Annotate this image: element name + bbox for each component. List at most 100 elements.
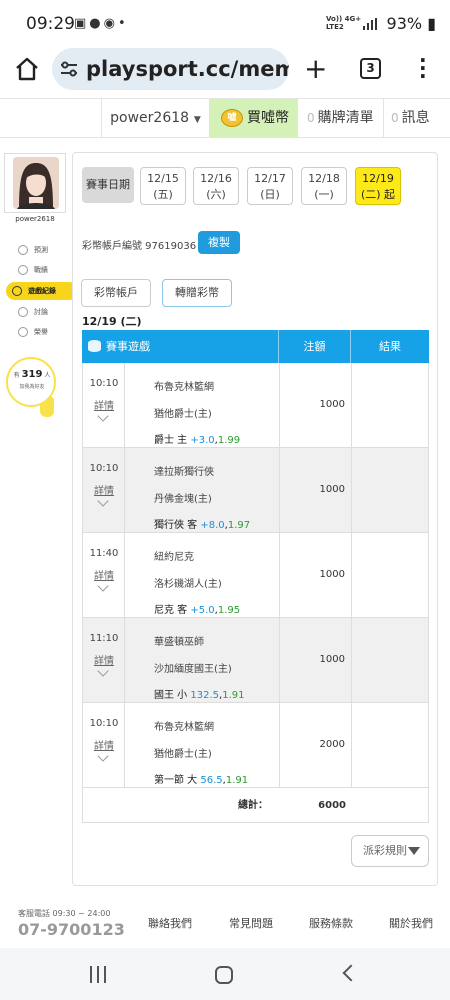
chevron-down-icon[interactable]	[97, 410, 109, 422]
date-tab-1215[interactable]: 12/15 (五)	[140, 167, 186, 205]
purchase-list-label: 購牌清單	[317, 110, 374, 126]
sidebar-item-label: 預測	[34, 246, 48, 254]
game-log-icon	[12, 286, 22, 296]
row-time-cell: 11:10 詳情	[83, 618, 125, 702]
profile-sidebar: power2618 預測 戰績 遊戲紀錄 討論 榮譽 有 319 人 加我為好友	[4, 153, 78, 428]
game-time: 11:40	[89, 548, 119, 559]
date-tab-1216[interactable]: 12/16 (六)	[193, 167, 239, 205]
messenger-icon: ◉	[103, 16, 118, 31]
sidebar-item-game-log[interactable]: 遊戲紀錄	[6, 282, 78, 300]
total-value: 6000	[318, 800, 346, 811]
friend-count-prefix: 有	[13, 372, 20, 379]
recent-apps-icon[interactable]	[90, 966, 108, 983]
pick-label: 第一節 大	[154, 775, 198, 786]
row-game-cell: 紐約尼克 洛杉磯湖人(主) 尼克 客 +5.0,1.95	[125, 533, 280, 617]
account-number: 彩幣帳戶編號 97619036	[82, 241, 197, 252]
sidebar-item-record[interactable]: 戰績	[8, 261, 72, 279]
faq-link[interactable]: 常見問題	[229, 915, 273, 931]
chevron-down-icon[interactable]	[97, 495, 109, 507]
dot-icon: •	[117, 16, 129, 31]
chat-icon: ●	[89, 16, 104, 31]
bet-result	[352, 703, 429, 787]
date-tab-weekday: (日)	[260, 188, 280, 201]
hotline-label: 客服電話 09:30 ~ 24:00	[18, 909, 111, 918]
lottery-account-button[interactable]: 彩幣帳戶	[81, 279, 151, 307]
site-settings-icon[interactable]	[60, 61, 78, 77]
game-time: 10:10	[89, 718, 119, 729]
friends-bulb[interactable]: 有 319 人 加我為好友	[6, 357, 56, 407]
network-label-1: Vo)) 4G+	[326, 15, 362, 23]
terms-link[interactable]: 服務條款	[309, 915, 353, 931]
buy-coins-button[interactable]: 噓 買噓幣	[209, 99, 297, 137]
header-game-label: 賽事遊戲	[106, 340, 150, 353]
messages-label: 訊息	[401, 110, 430, 126]
database-icon	[88, 340, 101, 352]
user-menu[interactable]: power2618 ▼	[101, 99, 209, 137]
chevron-down-icon[interactable]	[97, 750, 109, 762]
home-nav-icon[interactable]	[215, 966, 233, 984]
sidebar-item-discussion[interactable]: 討論	[8, 303, 72, 321]
chevron-down-icon[interactable]	[97, 665, 109, 677]
date-tab-1218[interactable]: 12/18 (一)	[301, 167, 347, 205]
contact-us-link[interactable]: 聯絡我們	[148, 915, 192, 931]
details-link[interactable]: 詳情	[83, 652, 125, 667]
copy-button[interactable]: 複製	[198, 231, 240, 254]
pick-label: 尼克 客	[154, 605, 188, 616]
date-tab-date: 12/15	[147, 172, 179, 185]
details-link[interactable]: 詳情	[83, 397, 125, 412]
home-team: 丹佛金塊(主)	[154, 494, 212, 505]
bet-result	[352, 618, 429, 702]
date-tab-1219[interactable]: 12/19 (二) 起	[355, 167, 401, 205]
bet-result	[352, 533, 429, 617]
date-tab-1217[interactable]: 12/17 (日)	[247, 167, 293, 205]
caret-down-icon	[408, 847, 420, 855]
transfer-coins-button[interactable]: 轉贈彩幣	[162, 279, 232, 307]
date-tab-date: 12/18	[308, 172, 340, 185]
address-bar[interactable]: playsport.cc/meml	[52, 48, 289, 90]
record-icon	[18, 265, 28, 275]
row-game-cell: 布魯克林籃網 猶他爵士(主) 第一節 大 56.5,1.91	[125, 703, 280, 787]
sidebar-item-label: 榮譽	[34, 328, 48, 336]
table-total-row: 總計： 6000	[82, 788, 429, 823]
signal-icon	[363, 18, 377, 30]
row-time-cell: 10:10 詳情	[83, 448, 125, 532]
about-us-link[interactable]: 關於我們	[389, 915, 433, 931]
sidebar-item-honor[interactable]: 榮譽	[8, 323, 72, 341]
purchase-list-link[interactable]: 0 購牌清單	[297, 99, 383, 137]
sidebar-username: power2618	[15, 215, 55, 223]
username: power2618	[110, 110, 190, 126]
sidebar-item-label: 討論	[34, 308, 48, 316]
table-header: 賽事遊戲 注額 結果	[82, 330, 429, 363]
away-team: 華盛頓巫師	[154, 637, 204, 648]
image-icon: ▣	[74, 16, 90, 31]
url-text[interactable]: playsport.cc/meml	[86, 57, 289, 81]
chevron-down-icon[interactable]	[97, 580, 109, 592]
home-team: 猶他爵士(主)	[154, 409, 212, 420]
more-menu-icon[interactable]: · · ·	[419, 50, 427, 86]
bet-amount: 1000	[280, 533, 352, 617]
battery-icon: ▮	[427, 14, 436, 33]
game-time: 10:10	[89, 378, 119, 389]
payout-rules-dropdown[interactable]: 派彩規則	[351, 835, 429, 867]
messages-link[interactable]: 0 訊息	[383, 99, 450, 137]
pick-label: 獨行俠 客	[154, 520, 198, 531]
sidebar-item-label: 戰績	[34, 266, 48, 274]
new-tab-icon[interactable]: +	[304, 52, 327, 85]
back-icon[interactable]	[342, 964, 360, 982]
battery-level: 93%	[386, 14, 423, 33]
friend-count-suffix: 人	[44, 372, 51, 379]
away-team: 紐約尼克	[154, 552, 194, 563]
avatar-frame[interactable]	[4, 153, 66, 213]
details-link[interactable]: 詳情	[83, 737, 125, 752]
sidebar-item-predict[interactable]: 預測	[8, 241, 72, 259]
bet-amount: 1000	[280, 618, 352, 702]
home-icon[interactable]	[14, 56, 40, 82]
hotline-number[interactable]: 07-9700123	[18, 920, 125, 939]
details-link[interactable]: 詳情	[83, 567, 125, 582]
date-tab-weekday: (一)	[314, 188, 334, 201]
caret-down-icon: ▼	[191, 115, 201, 125]
tab-switcher-button[interactable]: 3	[360, 58, 381, 79]
details-link[interactable]: 詳情	[83, 482, 125, 497]
avatar[interactable]	[13, 157, 59, 209]
purchase-count: 0	[307, 111, 315, 125]
